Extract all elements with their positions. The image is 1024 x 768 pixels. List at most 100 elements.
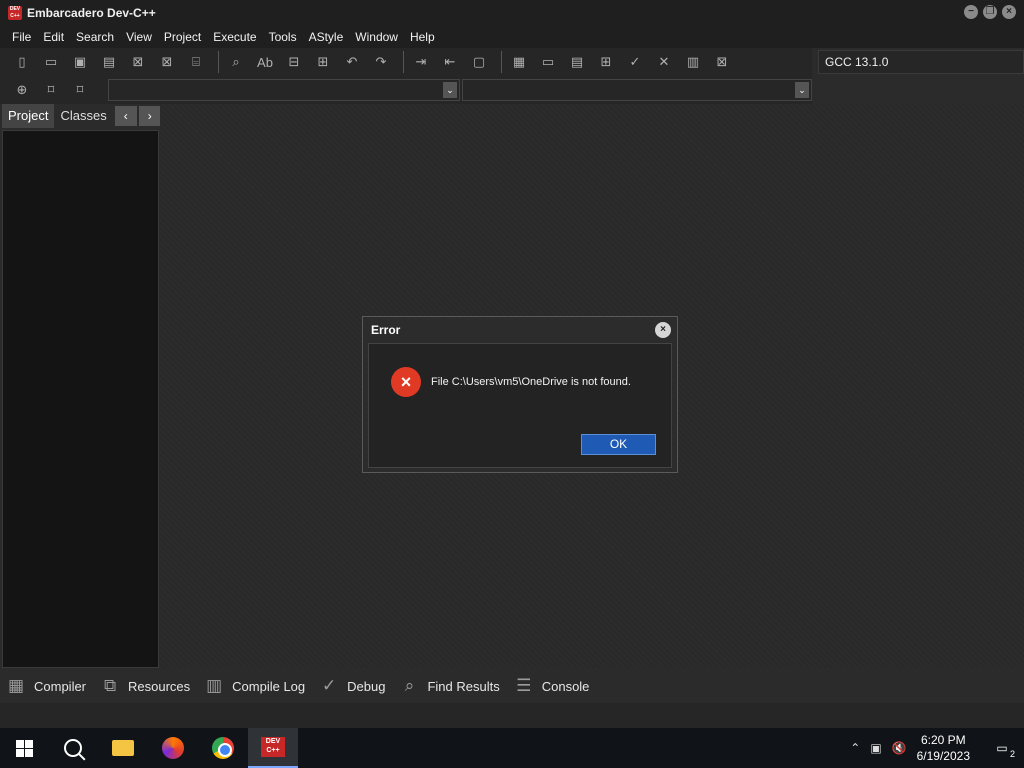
menu-file[interactable]: File: [6, 26, 37, 48]
tab-classes[interactable]: Classes: [54, 104, 112, 128]
chevron-up-icon[interactable]: ⌃: [850, 741, 860, 755]
compile-log-icon: ▥: [206, 676, 223, 695]
replace-icon[interactable]: Ab: [253, 50, 277, 74]
new-file-icon[interactable]: ▯: [10, 50, 34, 74]
chevron-down-icon[interactable]: ⌄: [795, 82, 809, 98]
toolbar-separator: [501, 51, 502, 73]
tab-console[interactable]: ☰ Console: [508, 671, 598, 701]
undo-icon[interactable]: ↶: [340, 50, 364, 74]
window-title: Embarcadero Dev-C++: [27, 6, 156, 20]
indent-icon[interactable]: ⇥: [409, 50, 433, 74]
bookmarks-icon[interactable]: ⌑: [68, 78, 92, 102]
find-results-icon: ⌕: [404, 676, 415, 695]
notifications-button[interactable]: ▭ 2: [988, 734, 1016, 762]
save-icon[interactable]: ▣: [68, 50, 92, 74]
menu-help[interactable]: Help: [404, 26, 441, 48]
menu-execute[interactable]: Execute: [207, 26, 262, 48]
menu-tools[interactable]: Tools: [263, 26, 303, 48]
tab-label: Compiler: [34, 678, 87, 694]
firefox-button[interactable]: [148, 728, 198, 768]
menu-window[interactable]: Window: [349, 26, 404, 48]
class-combo[interactable]: ⌄: [108, 79, 460, 101]
clear-icon[interactable]: ⊠: [710, 50, 734, 74]
menu-astyle[interactable]: AStyle: [303, 26, 350, 48]
open-icon[interactable]: ▭: [39, 50, 63, 74]
windows-logo-icon: [15, 739, 33, 757]
tab-label: Resources: [128, 678, 191, 694]
chrome-button[interactable]: [198, 728, 248, 768]
tiles-icon[interactable]: ⊞: [594, 50, 618, 74]
console-icon: ☰: [516, 676, 532, 695]
goto-icon[interactable]: ⊟: [282, 50, 306, 74]
close-all-icon[interactable]: ⊠: [155, 50, 179, 74]
check-icon[interactable]: ✓: [623, 50, 647, 74]
file-explorer-button[interactable]: [98, 728, 148, 768]
tab-find-results[interactable]: ⌕ Find Results: [393, 671, 507, 701]
resources-icon: ⧉: [103, 676, 117, 695]
minimize-icon[interactable]: −: [964, 5, 978, 19]
firefox-icon: [162, 737, 184, 759]
chevron-down-icon[interactable]: ⌄: [443, 82, 457, 98]
bottom-tabs: ▦ Compiler ⧉ Resources ▥ Compile Log ✓ Debug…: [0, 670, 1024, 702]
menu-search[interactable]: Search: [70, 26, 120, 48]
print-icon[interactable]: ⌸: [184, 50, 208, 74]
save-all-icon[interactable]: ▤: [97, 50, 121, 74]
menu-project[interactable]: Project: [158, 26, 207, 48]
tab-compiler[interactable]: ▦ Compiler: [0, 671, 94, 701]
menu-edit[interactable]: Edit: [37, 26, 70, 48]
close-window-icon[interactable]: ×: [1002, 5, 1016, 19]
title-bar: DEV C++ Embarcadero Dev-C++ − ❐ ×: [0, 0, 1024, 26]
status-bar: [0, 703, 1024, 728]
notification-icon: ▭: [996, 741, 1008, 755]
clock-time: 6:20 PM: [920, 733, 966, 747]
toggle-icon[interactable]: ⊞: [311, 50, 335, 74]
table-icon[interactable]: ▤: [565, 50, 589, 74]
chrome-icon: [212, 737, 234, 759]
network-icon[interactable]: ▣: [870, 741, 881, 755]
volume-muted-icon[interactable]: 🔇: [892, 741, 907, 755]
compiler-select[interactable]: GCC 13.1.0: [818, 50, 1024, 74]
menu-view[interactable]: View: [120, 26, 158, 48]
tab-resources[interactable]: ⧉ Resources: [94, 671, 198, 701]
grid-icon[interactable]: ▦: [507, 50, 531, 74]
tab-label: Find Results: [427, 678, 500, 694]
close-icon[interactable]: ⊠: [126, 50, 150, 74]
tab-label: Compile Log: [232, 678, 306, 694]
folder-icon: [112, 740, 134, 756]
tab-label: Console: [541, 678, 590, 694]
search-button[interactable]: [48, 728, 98, 768]
tab-label: Debug: [347, 678, 386, 694]
project-tree-panel: [2, 130, 159, 668]
toolbar-separator: [403, 51, 404, 73]
comment-icon[interactable]: ▢: [467, 50, 491, 74]
find-icon[interactable]: ⌕: [224, 50, 248, 74]
error-icon: ×: [391, 367, 421, 397]
clock[interactable]: 6:20 PM 6/19/2023: [917, 732, 970, 764]
member-combo[interactable]: ⌄: [462, 79, 812, 101]
restore-icon[interactable]: ❐: [983, 5, 997, 19]
devcpp-taskbar-button[interactable]: DEV C++: [248, 728, 298, 768]
class-browser-icon[interactable]: ⊕: [10, 78, 34, 102]
redo-icon[interactable]: ↷: [369, 50, 393, 74]
start-button[interactable]: [0, 728, 48, 768]
ok-button[interactable]: OK: [581, 434, 656, 455]
unindent-icon[interactable]: ⇤: [438, 50, 462, 74]
error-dialog: Error × × File C:\Users\vm5\OneDrive is …: [362, 316, 678, 473]
window-icon[interactable]: ▭: [536, 50, 560, 74]
close-icon[interactable]: ×: [655, 322, 671, 338]
tab-compile-log[interactable]: ▥ Compile Log: [198, 671, 313, 701]
bookmark-icon[interactable]: ⌑: [39, 78, 63, 102]
main-toolbar: ▯ ▭ ▣ ▤ ⊠ ⊠ ⌸ ⌕ Ab ⊟ ⊞ ↶ ↷ ⇥ ⇤ ▢ ▦ ▭ ▤ ⊞…: [0, 48, 812, 76]
tab-project[interactable]: Project: [2, 104, 55, 128]
chevron-right-icon[interactable]: ›: [138, 106, 161, 126]
tab-debug[interactable]: ✓ Debug: [313, 671, 393, 701]
toolbar-separator: [218, 51, 219, 73]
chart-icon[interactable]: ▥: [681, 50, 705, 74]
dialog-title: Error: [371, 323, 401, 337]
devcpp-window: DEV C++ Embarcadero Dev-C++ − ❐ × File E…: [0, 0, 1024, 728]
chevron-left-icon[interactable]: ‹: [114, 106, 137, 126]
cancel-icon[interactable]: ✕: [652, 50, 676, 74]
window-controls: − ❐ ×: [964, 5, 1016, 19]
compiler-icon: ▦: [7, 676, 25, 695]
menu-bar: File Edit Search View Project Execute To…: [0, 26, 1024, 48]
